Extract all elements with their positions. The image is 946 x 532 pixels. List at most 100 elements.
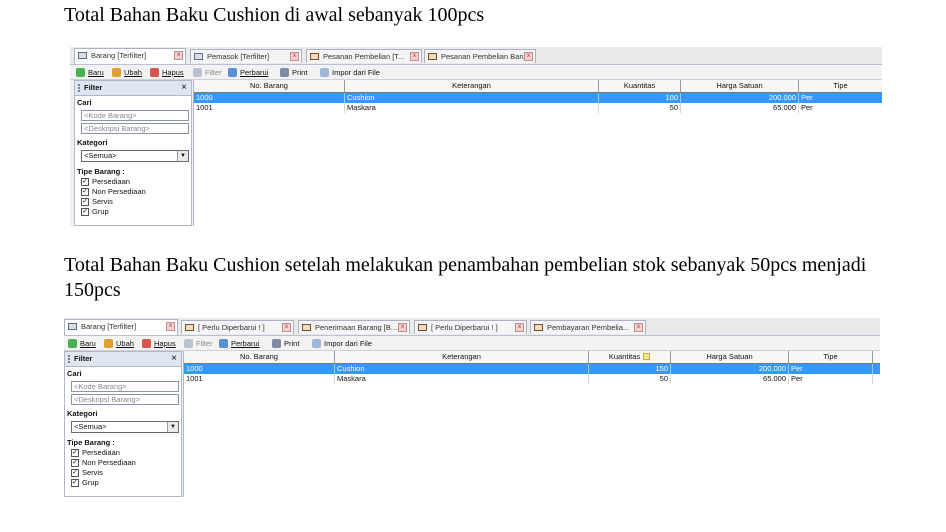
column-header-harga-satuan[interactable]: Harga Satuan [671,351,789,363]
hapus-label: Hapus [154,339,176,348]
tab-pesanan-pembelian-baru[interactable]: Pesanan Pembelian Baru x [424,49,536,63]
tab-label: Barang [Terfilter] [81,322,137,331]
close-icon[interactable]: x [515,323,524,332]
close-icon[interactable]: x [166,322,175,331]
close-icon[interactable]: x [398,323,407,332]
tab-pesanan-pembelian[interactable]: Pesanan Pembelian [T... x [306,49,422,63]
impor-button[interactable]: Impor dari File [320,67,380,78]
checkbox-persediaan[interactable]: ✓ Persediaan [71,448,120,458]
deskripsi-barang-input[interactable]: <Deskripsi Barang> [71,394,179,405]
close-icon[interactable]: x [174,51,183,60]
tab-perlu-diperbarui[interactable]: [ Perlu Diperbarui ! ] x [181,320,294,334]
import-icon [312,339,321,348]
refresh-icon [219,339,228,348]
ubah-label: Ubah [116,339,134,348]
delete-icon [150,68,159,77]
tab-pemasok[interactable]: Pemasok [Terfilter] x [190,49,302,63]
perbarui-label: Perbarui [231,339,260,348]
filter-icon [184,339,193,348]
close-icon[interactable]: x [524,52,533,61]
kategori-select[interactable]: <Semua> ▼ [81,150,189,162]
kode-barang-input[interactable]: <Kode Barang> [81,110,189,121]
checkbox-checked-icon: ✓ [81,208,89,216]
deskripsi-barang-input[interactable]: <Deskripsi Barang> [81,123,189,134]
cari-label: Cari [67,369,82,378]
close-icon[interactable]: x [290,52,299,61]
table-icon [78,52,87,59]
filter-label: Filter [196,339,213,348]
checkbox-checked-icon: ✓ [71,449,79,457]
tab-perlu-diperbarui-2[interactable]: [ Perlu Diperbarui ! ] x [414,320,527,334]
kategori-value: <Semua> [84,151,117,160]
filter-button[interactable]: Filter [193,67,222,78]
filter-button[interactable]: Filter [184,338,213,349]
screenshot-before: Barang [Terfilter] x Pemasok [Terfilter]… [70,47,882,226]
perbarui-button[interactable]: Perbarui [228,67,268,78]
column-header-no-barang[interactable]: No. Barang [184,351,335,363]
kategori-select[interactable]: <Semua> ▼ [71,421,179,433]
checkbox-non-persediaan[interactable]: ✓ Non Persediaan [81,187,146,197]
cell-tipe: Per [789,364,873,374]
checkbox-label: Non Persediaan [92,187,146,196]
tab-label: Pesanan Pembelian Baru [441,52,527,61]
ubah-button[interactable]: Ubah [104,338,134,349]
tab-barang[interactable]: Barang [Terfilter] x [74,48,186,64]
grid-header: No. Barang Keterangan Kuantitas Harga Sa… [184,351,880,364]
ubah-label: Ubah [124,68,142,77]
tab-pembayaran-pembelian[interactable]: Pembayaran Pembelia... x [530,320,646,334]
tab-penerimaan-barang[interactable]: Penerimaan Barang [B... x [298,320,410,334]
column-header-no-barang[interactable]: No. Barang [194,80,345,92]
toolbar: Baru Ubah Hapus Filter Perbarui Print Im… [64,336,880,351]
chevron-down-icon: ▼ [167,422,178,432]
baru-button[interactable]: Baru [76,67,104,78]
checkbox-servis[interactable]: ✓ Servis [81,197,113,207]
table-row[interactable]: 1000 Cushion 150 200.000 Per [184,364,880,374]
hapus-button[interactable]: Hapus [150,67,184,78]
checkbox-non-persediaan[interactable]: ✓ Non Persediaan [71,458,136,468]
table-icon [68,323,77,330]
baru-button[interactable]: Baru [68,338,96,349]
column-header-kuantitas[interactable]: Kuantitas [599,80,681,92]
filter-header: Filter × [65,352,181,367]
print-button[interactable]: Print [272,338,299,349]
close-icon[interactable]: x [282,323,291,332]
kode-barang-input[interactable]: <Kode Barang> [71,381,179,392]
column-header-harga-satuan[interactable]: Harga Satuan [681,80,799,92]
table-row[interactable]: 1001 Maskara 50 65.000 Per [184,374,880,384]
impor-button[interactable]: Impor dari File [312,338,372,349]
grip-icon [78,84,82,92]
close-icon[interactable]: x [634,323,643,332]
column-header-tipe[interactable]: Tipe [789,351,873,363]
filter-panel: Filter × Cari <Kode Barang> <Deskripsi B… [74,80,192,226]
cell-kuantitas: 100 [599,93,681,103]
grid-header: No. Barang Keterangan Kuantitas Harga Sa… [194,80,882,93]
checkbox-persediaan[interactable]: ✓ Persediaan [81,177,130,187]
checkbox-checked-icon: ✓ [71,459,79,467]
filter-icon [193,68,202,77]
print-button[interactable]: Print [280,67,307,78]
new-icon [68,339,77,348]
column-header-tipe[interactable]: Tipe [799,80,882,92]
perbarui-button[interactable]: Perbarui [219,338,259,349]
checkbox-servis[interactable]: ✓ Servis [71,468,103,478]
column-header-keterangan[interactable]: Keterangan [345,80,599,92]
close-icon[interactable]: × [181,81,187,95]
checkbox-grup[interactable]: ✓ Grup [71,478,99,488]
tab-label: Barang [Terfilter] [91,51,147,60]
table-row[interactable]: 1000 Cushion 100 200.000 Per [194,93,882,103]
printer-icon [280,68,289,77]
checkbox-label: Grup [92,207,109,216]
checkbox-grup[interactable]: ✓ Grup [81,207,109,217]
checkbox-checked-icon: ✓ [71,469,79,477]
cart-icon [185,324,194,331]
column-header-kuantitas[interactable]: Kuantitas [589,351,671,363]
close-icon[interactable]: × [171,352,177,366]
tab-barang[interactable]: Barang [Terfilter] x [64,319,178,335]
cell-harga-satuan: 65.000 [671,374,789,384]
filter-header: Filter × [75,81,191,96]
hapus-button[interactable]: Hapus [142,338,176,349]
table-row[interactable]: 1001 Maskara 50 65.000 Per [194,103,882,113]
close-icon[interactable]: x [410,52,419,61]
column-header-keterangan[interactable]: Keterangan [335,351,589,363]
ubah-button[interactable]: Ubah [112,67,142,78]
